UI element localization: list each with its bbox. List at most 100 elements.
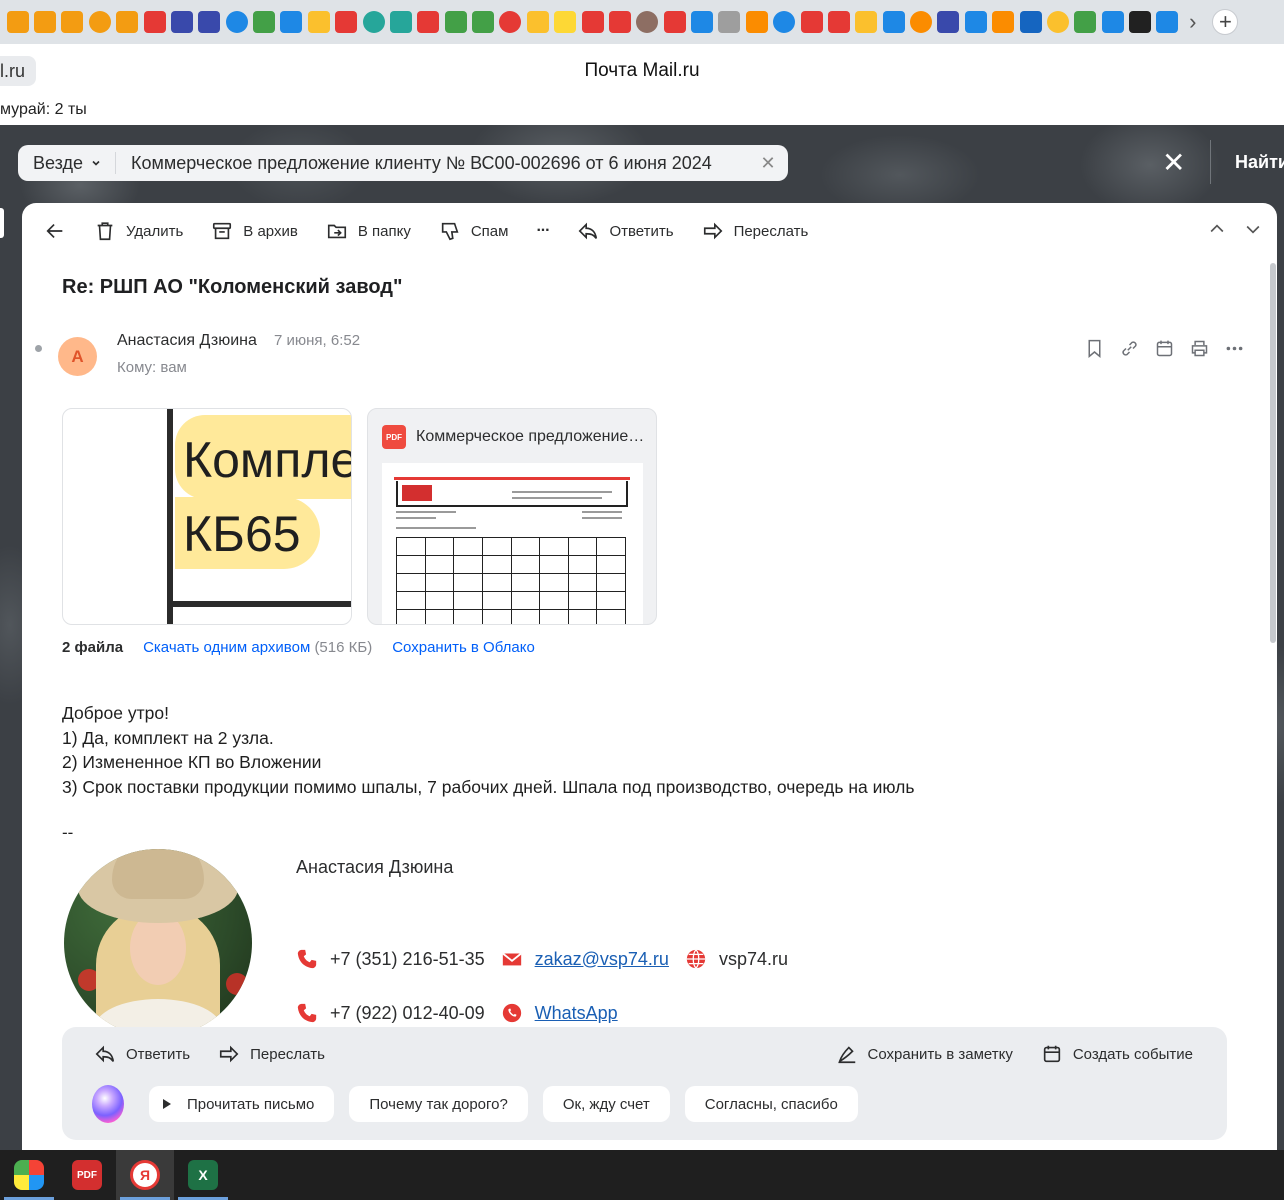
search-bar[interactable]: Везде Коммерческое предложение клиенту №… (18, 145, 788, 181)
bookmark-favicon-icon[interactable] (253, 11, 276, 33)
bookmark-favicon-icon[interactable] (444, 11, 467, 33)
quick-forward-button[interactable]: Переслать (218, 1043, 325, 1065)
taskbar-app[interactable] (0, 1150, 58, 1200)
bookmark-favicon-icon[interactable] (964, 11, 987, 33)
bookmark-favicon-icon[interactable] (718, 11, 741, 33)
read-status-dot[interactable] (35, 345, 42, 352)
search-input[interactable]: Коммерческое предложение клиенту № ВС00-… (116, 153, 748, 174)
bookmark-favicon-icon[interactable] (499, 11, 522, 33)
bookmark-favicon-icon[interactable] (6, 11, 29, 33)
quick-reply-button[interactable]: Ответить (94, 1043, 190, 1065)
bookmark-favicon-icon[interactable] (280, 11, 303, 33)
bookmark-favicon-icon[interactable] (1046, 11, 1069, 33)
reply-button[interactable]: Ответить (577, 220, 674, 242)
bookmark-favicon-icon[interactable] (636, 11, 659, 33)
bookmark-favicon-icon[interactable] (526, 11, 549, 33)
bookmark-favicon-icon[interactable] (882, 11, 905, 33)
assistant-icon[interactable] (92, 1085, 124, 1123)
download-archive-link[interactable]: Скачать одним архивом (143, 639, 310, 656)
bookmark-favicon-icon[interactable] (773, 11, 796, 33)
bookmark-icon[interactable] (1084, 338, 1105, 359)
more-icon[interactable] (1224, 338, 1245, 359)
bookmark-favicon-icon[interactable] (61, 11, 84, 33)
bookmark-favicon-icon[interactable] (198, 11, 221, 33)
move-to-folder-button[interactable]: В папку (326, 220, 411, 242)
bookmark-favicon-icon[interactable] (937, 11, 960, 33)
avatar[interactable]: А (58, 337, 97, 376)
email-link[interactable]: zakaz@vsp74.ru (535, 949, 669, 970)
bookmark-favicon-icon[interactable] (170, 11, 193, 33)
attachment-image-preview[interactable]: Компле КБ65 (62, 408, 352, 625)
smart-reply-chip[interactable]: Согласны, спасибо (684, 1086, 858, 1122)
bookmark-favicon-icon[interactable] (34, 11, 57, 33)
smart-reply-chip[interactable]: Ок, жду счет (542, 1086, 670, 1122)
forward-button[interactable]: Переслать (702, 220, 808, 242)
phone-1[interactable]: +7 (351) 216-51-35 (330, 949, 485, 970)
bookmark-favicon-icon[interactable] (1101, 11, 1124, 33)
taskbar-yandex-browser[interactable]: Я (116, 1150, 174, 1200)
bookmark-favicon-icon[interactable] (88, 11, 111, 33)
bookmark-favicon-icon[interactable] (800, 11, 823, 33)
bookmark-favicon-icon[interactable] (417, 11, 440, 33)
bookmark-favicon-icon[interactable] (225, 11, 248, 33)
bookmark-favicon-icon[interactable] (389, 11, 412, 33)
create-event-button[interactable]: Создать событие (1041, 1043, 1193, 1065)
bookmark-favicon-icon[interactable] (143, 11, 166, 33)
phone-2[interactable]: +7 (922) 012-40-09 (330, 1003, 485, 1024)
bookmarks-overflow-icon[interactable]: › (1189, 9, 1196, 35)
archive-label: В архив (243, 222, 298, 240)
bookmark-favicon-icon[interactable] (362, 11, 385, 33)
link-icon[interactable] (1119, 338, 1140, 359)
chevron-down-icon[interactable] (1243, 219, 1263, 239)
taskbar-pdf-reader[interactable]: PDF (58, 1150, 116, 1200)
bookmark-favicon-icon[interactable] (335, 11, 358, 33)
close-search-icon[interactable]: ✕ (1162, 149, 1185, 177)
save-note-button[interactable]: Сохранить в заметку (836, 1043, 1013, 1065)
pdf-text-line (512, 497, 602, 499)
taskbar-excel[interactable]: X (174, 1150, 232, 1200)
quick-forward-label: Переслать (250, 1045, 325, 1063)
archive-button[interactable]: В архив (211, 220, 298, 242)
bookmark-favicon-icon[interactable] (554, 11, 577, 33)
smart-reply-chip[interactable]: Почему так дорого? (349, 1086, 528, 1122)
save-to-cloud-link[interactable]: Сохранить в Облако (392, 639, 535, 656)
bookmark-favicon-icon[interactable] (1019, 11, 1042, 33)
attachment-pdf[interactable]: PDF Коммерческое предложение клиенту № В… (367, 408, 657, 625)
bookmark-favicon-icon[interactable] (1074, 11, 1097, 33)
bookmark-favicon-icon[interactable] (1129, 11, 1152, 33)
bookmark-favicon-icon[interactable] (855, 11, 878, 33)
whatsapp-link[interactable]: WhatsApp (535, 1003, 618, 1024)
notification-text[interactable]: мурай: 2 ты (0, 101, 87, 119)
read-aloud-chip[interactable]: Прочитать письмо (149, 1086, 335, 1122)
bookmark-favicon-icon[interactable] (472, 11, 495, 33)
find-button[interactable]: Найти (1235, 152, 1284, 173)
search-scope-dropdown[interactable]: Везде (18, 152, 116, 174)
website-text[interactable]: vsp74.ru (719, 949, 788, 970)
sender-name[interactable]: Анастасия Дзюина (117, 332, 257, 350)
scrollbar[interactable] (1270, 263, 1276, 643)
bookmark-favicon-icon[interactable] (116, 11, 139, 33)
bookmark-favicon-icon[interactable] (745, 11, 768, 33)
spam-button[interactable]: Спам (439, 220, 508, 242)
bookmark-favicon-icon[interactable] (827, 11, 850, 33)
left-edge-tab[interactable] (0, 208, 4, 238)
bookmark-favicon-icon[interactable] (581, 11, 604, 33)
bookmark-favicon-icon[interactable] (910, 11, 933, 33)
delete-button[interactable]: Удалить (94, 220, 183, 242)
calendar-icon[interactable] (1154, 338, 1175, 359)
add-bookmark-icon[interactable]: + (1212, 9, 1239, 35)
quick-reply-label: Ответить (126, 1045, 191, 1063)
recipient-line[interactable]: Кому: вам (117, 359, 187, 376)
back-button[interactable] (44, 220, 66, 242)
bookmark-favicon-icon[interactable] (307, 11, 330, 33)
bookmark-favicon-icon[interactable] (691, 11, 714, 33)
chevron-up-icon[interactable] (1207, 219, 1227, 239)
bookmark-favicon-icon[interactable] (992, 11, 1015, 33)
bookmark-favicon-icon[interactable] (663, 11, 686, 33)
more-button[interactable]: ··· (536, 222, 550, 240)
clear-icon[interactable]: ✕ (748, 153, 788, 174)
print-icon[interactable] (1189, 338, 1210, 359)
bookmark-favicon-icon[interactable] (1156, 11, 1179, 33)
pdf-text-line (396, 517, 436, 519)
bookmark-favicon-icon[interactable] (608, 11, 631, 33)
